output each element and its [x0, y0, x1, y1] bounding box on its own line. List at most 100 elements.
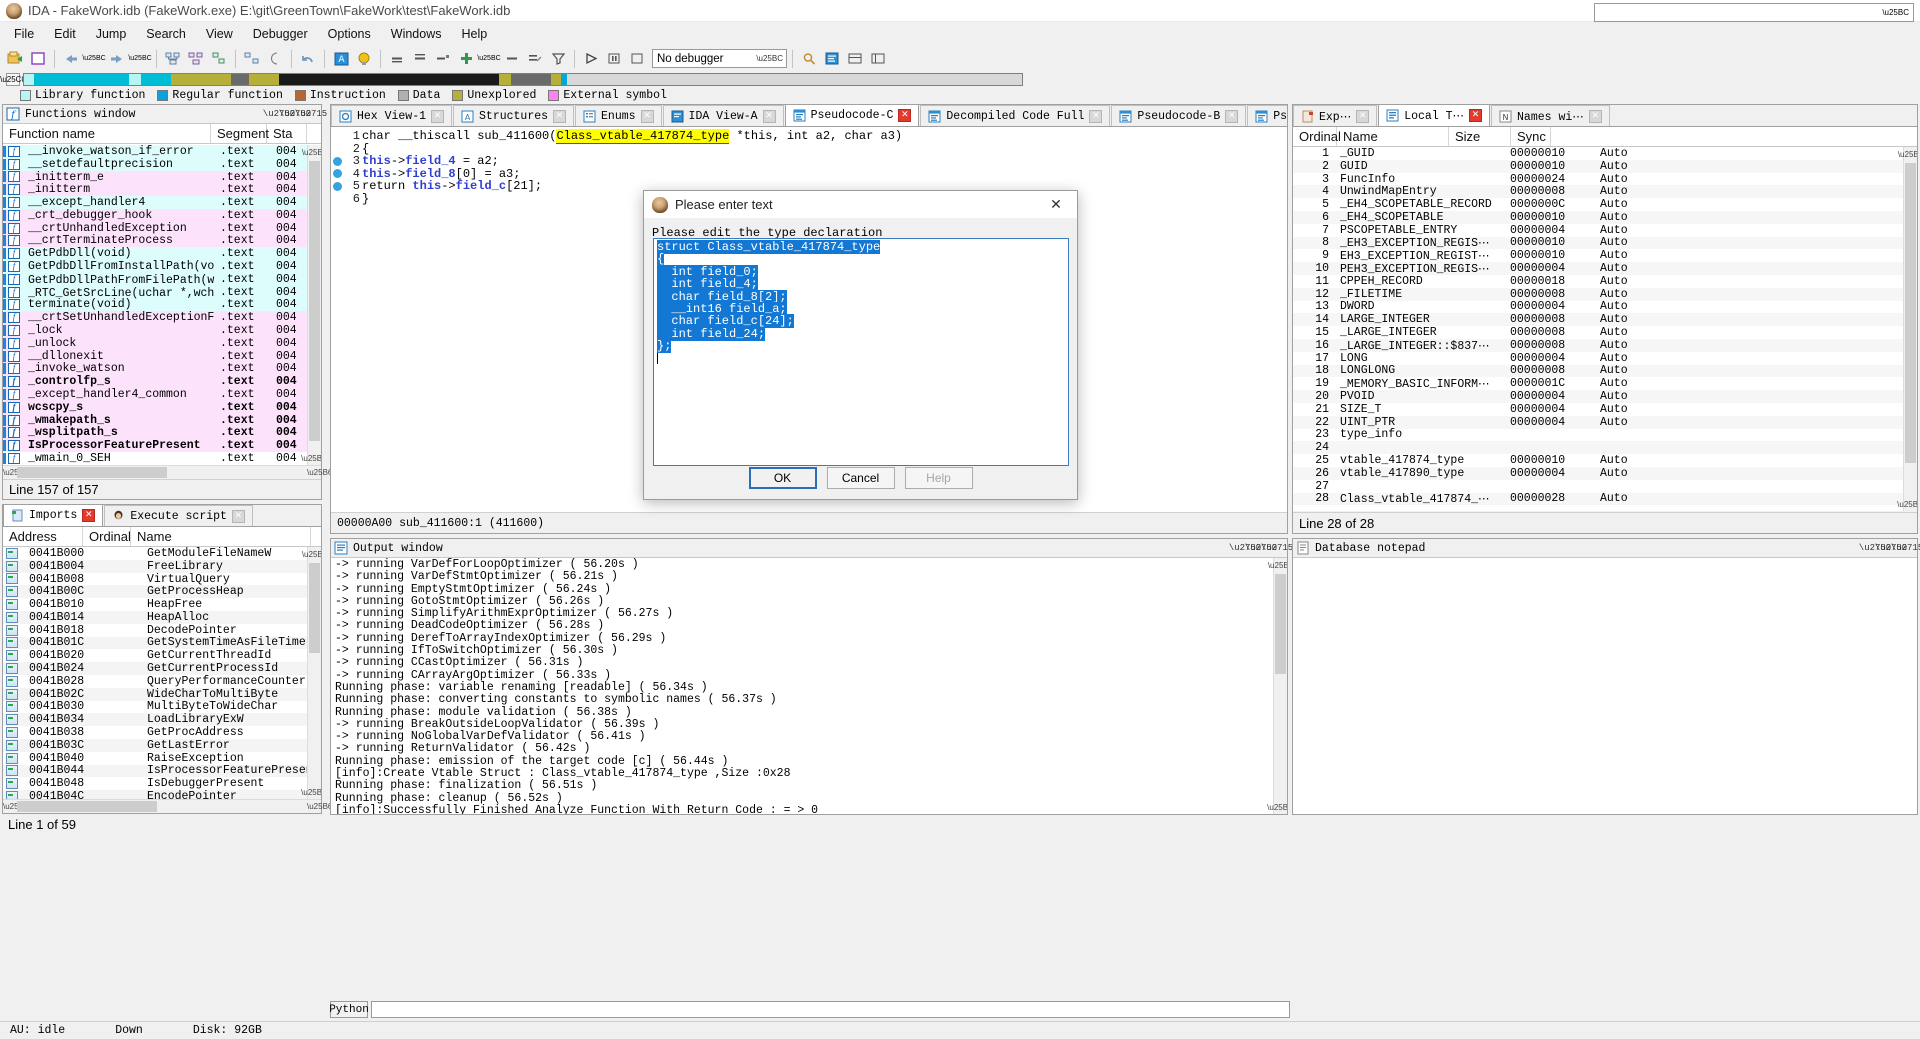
import-row[interactable]: 0041B020 GetCurrentThreadId	[3, 649, 321, 662]
local-type-row[interactable]: 10 PEH3_EXCEPTION_REGIS⋯ 00000004 Auto	[1293, 262, 1917, 276]
tab-close-icon[interactable]: ✕	[762, 109, 776, 123]
function-row[interactable]: f __setdefaultprecision .text 004	[3, 158, 321, 171]
local-type-row[interactable]: 20 PVOID 00000004 Auto	[1293, 390, 1917, 403]
graph-view-icon[interactable]	[162, 48, 184, 69]
notepad-text-area[interactable]	[1293, 558, 1917, 814]
function-row[interactable]: f __dllonexit .text 004	[3, 350, 321, 363]
menu-options[interactable]: Options	[318, 24, 381, 44]
navigator-band[interactable]	[23, 72, 1023, 86]
local-type-row[interactable]: 26 vtable_417890_type 00000004 Auto	[1293, 467, 1917, 480]
breakpoint-del-icon[interactable]	[409, 48, 431, 69]
functions-column-1[interactable]: Segment	[211, 124, 269, 143]
menu-debugger[interactable]: Debugger	[243, 24, 318, 44]
import-row[interactable]: 0041B008 VirtualQuery	[3, 573, 321, 586]
menu-search[interactable]: Search	[136, 24, 196, 44]
localtypes-column-1[interactable]: Name	[1337, 127, 1449, 146]
tab-hex-view-1[interactable]: Hex View-1 ✕	[331, 105, 453, 126]
help-button[interactable]: Help	[904, 467, 973, 489]
struct-icon[interactable]	[844, 48, 866, 69]
local-type-row[interactable]: 4 UnwindMapEntry 00000008 Auto	[1293, 185, 1917, 198]
breakpoint-edit-icon[interactable]	[432, 48, 454, 69]
scroll-up-icon[interactable]: \u25B2	[302, 145, 321, 159]
tab-close-icon[interactable]: ✕	[1225, 109, 1239, 123]
imports-hscrollbar[interactable]: \u25C0 \u25B6	[3, 799, 332, 813]
function-row[interactable]: f _RTC_GetSrcLine(uchar *,wchar_t *,ulon⋯…	[3, 286, 321, 300]
menu-file[interactable]: File	[4, 24, 44, 44]
local-type-row[interactable]: 14 LARGE_INTEGER 00000008 Auto	[1293, 313, 1917, 326]
moon-icon[interactable]	[264, 48, 286, 69]
scroll-down-icon[interactable]: \u25BC	[301, 451, 321, 465]
menu-help[interactable]: Help	[451, 24, 497, 44]
output-log[interactable]: -> running VarDefForLoopOptimizer ( 56.2…	[331, 558, 1287, 814]
import-row[interactable]: 0041B010 HeapFree	[3, 598, 321, 611]
local-type-row[interactable]: 17 LONG 00000004 Auto	[1293, 352, 1917, 365]
enum-icon[interactable]	[867, 48, 889, 69]
proximity-view-icon[interactable]	[185, 48, 207, 69]
tab-pseudocode-b[interactable]: Pseudocode-B ✕	[1111, 105, 1247, 126]
tab-structures[interactable]: A Structures ✕	[453, 105, 575, 126]
function-row[interactable]: f _unlock .text 004	[3, 337, 321, 350]
import-row[interactable]: 0041B014 HeapAlloc	[3, 611, 321, 624]
breakpoint-dot-icon[interactable]	[333, 169, 342, 179]
local-type-row[interactable]: 16 _LARGE_INTEGER::$837⋯ 00000008 Auto	[1293, 339, 1917, 353]
decompile-icon[interactable]	[821, 48, 843, 69]
tab-close-icon[interactable]: ✕	[431, 109, 445, 123]
debugger-select[interactable]: No debugger \u25BC	[652, 49, 787, 68]
scroll-down-icon-4[interactable]: \u25BC	[1897, 497, 1917, 511]
import-row[interactable]: 0041B040 RaiseException	[3, 752, 321, 765]
notepad-close-icon[interactable]: \u2715	[1891, 541, 1920, 555]
pause-icon[interactable]	[603, 48, 625, 69]
local-type-row[interactable]: 23 type_info	[1293, 428, 1917, 441]
filter-icon[interactable]	[547, 48, 569, 69]
imports-column-0[interactable]: Address	[3, 527, 83, 546]
nav-left-arrow-icon[interactable]: \u25C0	[0, 72, 26, 86]
search-binary-icon[interactable]	[798, 48, 820, 69]
output-vscrollbar[interactable]: \u25B2 \u25BC	[1267, 558, 1287, 814]
tab-ida-view-a[interactable]: IDA View-A ✕	[662, 105, 784, 126]
import-row[interactable]: 0041B01C GetSystemTimeAsFileTime	[3, 636, 321, 649]
local-type-row[interactable]: 22 UINT_PTR 00000004 Auto	[1293, 416, 1917, 429]
function-row[interactable]: f _initterm_e .text 004	[3, 171, 321, 184]
functions-column-0[interactable]: Function name	[3, 124, 211, 143]
imports-column-2[interactable]: Name	[131, 527, 311, 546]
function-row[interactable]: f wcscpy_s .text 004	[3, 401, 321, 414]
tab-enums[interactable]: Enums ✕	[575, 105, 662, 126]
add-plus-icon[interactable]	[455, 48, 477, 69]
local-type-row[interactable]: 25 vtable_417874_type 00000010 Auto	[1293, 454, 1917, 467]
local-type-row[interactable]: 3 FuncInfo 00000024 Auto	[1293, 173, 1917, 186]
tab-imports[interactable]: Imports ✕	[3, 505, 104, 526]
tab-decompiled-code-full[interactable]: Decompiled Code Full ✕	[920, 105, 1111, 126]
function-row[interactable]: f GetPdbDll(void) .text 004	[3, 247, 321, 260]
functions-hscrollbar[interactable]: \u25C0 \u25B6	[3, 465, 332, 479]
function-row[interactable]: f _lock .text 004	[3, 324, 321, 337]
scroll-thumb-4[interactable]	[1905, 163, 1916, 463]
local-type-row[interactable]: 2 GUID 00000010 Auto	[1293, 160, 1917, 173]
python-button[interactable]: Python	[329, 1001, 369, 1018]
forward-arrow-icon[interactable]	[106, 48, 128, 69]
function-row[interactable]: f _except_handler4_common .text 004	[3, 388, 321, 401]
local-type-row[interactable]: 19 _MEMORY_BASIC_INFORM⋯ 0000001C Auto	[1293, 377, 1917, 391]
type-declaration-textarea[interactable]: struct Class_vtable_417874_type{ int fie…	[653, 238, 1069, 466]
tab-close-icon[interactable]: ✕	[640, 109, 654, 123]
menu-windows[interactable]: Windows	[381, 24, 452, 44]
import-row[interactable]: 0041B034 LoadLibraryExW	[3, 713, 321, 726]
cancel-button[interactable]: Cancel	[826, 467, 895, 489]
imports-column-1[interactable]: Ordinal	[83, 527, 131, 546]
lightbulb-icon[interactable]	[353, 48, 375, 69]
imports-vscrollbar[interactable]: \u25B2 \u25BC	[301, 547, 321, 799]
import-row[interactable]: 0041B004 FreeLibrary	[3, 560, 321, 573]
tab-close-icon[interactable]: ✕	[82, 509, 96, 522]
function-row[interactable]: f __invoke_watson_if_error .text 004	[3, 145, 321, 158]
scroll-up-icon-3[interactable]: \u25B2	[1268, 558, 1287, 572]
local-type-row[interactable]: 5 _EH4_SCOPETABLE_RECORD 0000000C Auto	[1293, 198, 1917, 211]
function-row[interactable]: f _wsplitpath_s .text 004	[3, 426, 321, 439]
tab-close-icon[interactable]: ✕	[1356, 109, 1370, 123]
undo-icon[interactable]	[297, 48, 319, 69]
tab-names-wi[interactable]: N Names wi⋯ ✕	[1491, 105, 1610, 126]
hscroll-thumb-2[interactable]	[17, 801, 157, 812]
scroll-left-icon-2[interactable]: \u25C0	[3, 802, 29, 811]
menu-edit[interactable]: Edit	[44, 24, 86, 44]
local-types-vscrollbar[interactable]: \u25B2 \u25BC	[1897, 147, 1917, 511]
scroll-left-icon[interactable]: \u25C0	[3, 468, 29, 477]
add-dropdown-icon[interactable]: \u25BC	[477, 48, 500, 69]
